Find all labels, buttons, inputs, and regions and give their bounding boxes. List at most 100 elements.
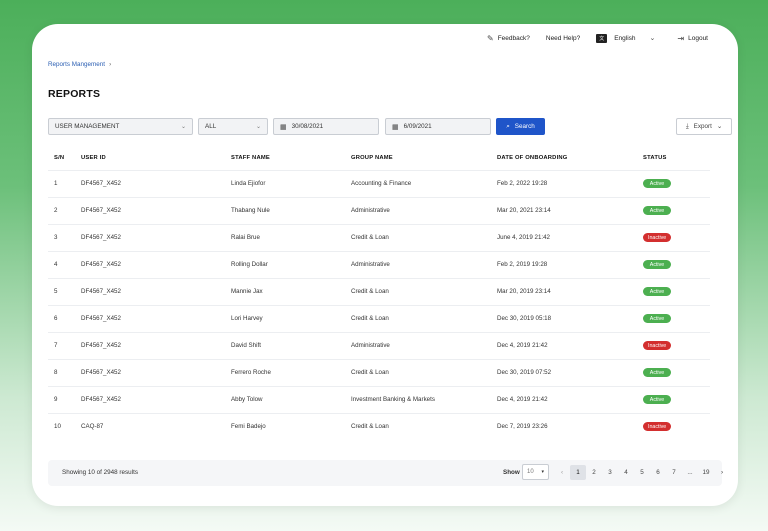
cell-staff-name: Linda Ejiofor bbox=[225, 169, 345, 197]
column-header-date[interactable]: DATE OF ONBOARDING bbox=[491, 146, 637, 170]
cell-user-id: DF4567_X452 bbox=[75, 277, 225, 305]
page-number-button[interactable]: 3 bbox=[602, 465, 618, 480]
category-select[interactable]: USER MANAGEMENT ⌄ bbox=[48, 118, 193, 135]
table-header-row: S/N USER ID STAFF NAME GROUP NAME DATE O… bbox=[48, 146, 710, 170]
table-row[interactable]: 3 DF4567_X452 Ralai Brue Credit & Loan June … bbox=[48, 223, 710, 251]
status-select[interactable]: ALL ⌄ bbox=[198, 118, 268, 135]
logout-button[interactable]: ⇥ Logout bbox=[677, 34, 708, 43]
page-number-button[interactable]: 19 bbox=[698, 465, 714, 480]
search-button[interactable]: ⌕ Search bbox=[496, 118, 545, 135]
cell-staff-name: Lori Harvey bbox=[225, 304, 345, 332]
column-header-group-name[interactable]: GROUP NAME bbox=[345, 146, 491, 170]
show-label: Show bbox=[503, 469, 520, 476]
next-page-icon[interactable]: › bbox=[714, 465, 730, 480]
table-row[interactable]: 5 DF4567_X452 Mannie Jax Credit & Loan Mar 2… bbox=[48, 277, 710, 305]
cell-status: Active bbox=[637, 358, 710, 386]
breadcrumb-item[interactable]: Reports Mangement bbox=[48, 61, 105, 68]
page-size-value: 10 bbox=[527, 469, 534, 475]
table-row[interactable]: 4 DF4567_X452 Rolling Dollar Administrative… bbox=[48, 250, 710, 278]
page-size-select[interactable]: 10 ▾ bbox=[522, 464, 549, 480]
cell-staff-name: Rolling Dollar bbox=[225, 250, 345, 278]
cell-sn: 7 bbox=[48, 331, 75, 359]
page-number-button[interactable]: 1 bbox=[570, 465, 586, 480]
cell-user-id: DF4567_X452 bbox=[75, 250, 225, 278]
cell-user-id: DF4567_X452 bbox=[75, 169, 225, 197]
chevron-down-icon: ⌄ bbox=[716, 123, 723, 130]
cell-date: June 4, 2019 21:42 bbox=[491, 223, 637, 251]
column-header-staff-name[interactable]: STAFF NAME bbox=[225, 146, 345, 170]
help-label: Need Help? bbox=[545, 34, 581, 42]
app-window: ✎ Feedback? Need Help? 文 English ⌄ ⇥ Log… bbox=[32, 24, 738, 506]
cell-staff-name: Ferrero Roche bbox=[225, 358, 345, 386]
language-label: English bbox=[614, 34, 636, 42]
prev-page-icon[interactable]: ‹ bbox=[554, 465, 570, 480]
status-badge: Active bbox=[643, 368, 671, 377]
page-number-button[interactable]: 5 bbox=[634, 465, 650, 480]
calendar-icon: ▦ bbox=[280, 123, 287, 131]
cell-status: Active bbox=[637, 385, 710, 413]
language-flag-icon: 文 bbox=[596, 33, 608, 43]
page-number-button[interactable]: 6 bbox=[650, 465, 666, 480]
table-row[interactable]: 10 CAQ-87 Femi Badejo Credit & Loan Dec 7, 2… bbox=[48, 412, 710, 440]
status-badge: Active bbox=[643, 314, 671, 323]
status-badge: Active bbox=[643, 287, 671, 296]
cell-group-name: Credit & Loan bbox=[345, 223, 491, 251]
cell-sn: 2 bbox=[48, 196, 75, 224]
date-to-field[interactable]: ▦ 6/09/2021 bbox=[385, 118, 491, 135]
table-row[interactable]: 9 DF4567_X452 Abby Tolow Investment Banking… bbox=[48, 385, 710, 413]
date-from-value: 30/08/2021 bbox=[291, 123, 324, 130]
column-header-status[interactable]: STATUS bbox=[637, 146, 710, 170]
status-badge: Active bbox=[643, 206, 671, 215]
cell-sn: 10 bbox=[48, 412, 75, 440]
page-title: REPORTS bbox=[48, 88, 101, 100]
cell-date: Feb 2, 2019 19:28 bbox=[491, 250, 637, 278]
cell-status: Inactive bbox=[637, 412, 710, 440]
chevron-down-icon: ⌄ bbox=[255, 124, 261, 130]
cell-sn: 1 bbox=[48, 169, 75, 197]
chevron-down-icon: ⌄ bbox=[649, 35, 656, 42]
export-label: Export bbox=[693, 123, 712, 130]
status-badge: Active bbox=[643, 179, 671, 188]
top-bar: ✎ Feedback? Need Help? 文 English ⌄ ⇥ Log… bbox=[32, 24, 738, 52]
calendar-icon: ▦ bbox=[392, 123, 399, 131]
page-number-button[interactable]: 2 bbox=[586, 465, 602, 480]
table-row[interactable]: 6 DF4567_X452 Lori Harvey Credit & Loan Dec … bbox=[48, 304, 710, 332]
cell-date: Dec 7, 2019 23:26 bbox=[491, 412, 637, 440]
cell-group-name: Credit & Loan bbox=[345, 277, 491, 305]
cell-user-id: DF4567_X452 bbox=[75, 358, 225, 386]
cell-group-name: Credit & Loan bbox=[345, 358, 491, 386]
page-number-button[interactable]: 4 bbox=[618, 465, 634, 480]
cell-user-id: DF4567_X452 bbox=[75, 196, 225, 224]
cell-group-name: Credit & Loan bbox=[345, 412, 491, 440]
table-row[interactable]: 8 DF4567_X452 Ferrero Roche Credit & Loan De… bbox=[48, 358, 710, 386]
cell-user-id: DF4567_X452 bbox=[75, 385, 225, 413]
date-to-value: 6/09/2021 bbox=[403, 123, 432, 130]
cell-staff-name: Abby Tolow bbox=[225, 385, 345, 413]
cell-status: Active bbox=[637, 169, 710, 197]
table-row[interactable]: 1 DF4567_X452 Linda Ejiofor Accounting & Fi… bbox=[48, 169, 710, 197]
cell-staff-name: Ralai Brue bbox=[225, 223, 345, 251]
cell-date: Feb 2, 2022 19:28 bbox=[491, 169, 637, 197]
date-from-field[interactable]: ▦ 30/08/2021 bbox=[273, 118, 379, 135]
cell-status: Inactive bbox=[637, 223, 710, 251]
chevron-down-icon: ▾ bbox=[541, 469, 544, 475]
language-selector[interactable]: 文 English ⌄ bbox=[596, 33, 656, 43]
export-button[interactable]: ⤓ Export ⌄ bbox=[676, 118, 732, 135]
cell-group-name: Credit & Loan bbox=[345, 304, 491, 332]
cell-staff-name: Mannie Jax bbox=[225, 277, 345, 305]
breadcrumb: Reports Mangement › bbox=[48, 61, 111, 68]
cell-user-id: DF4567_X452 bbox=[75, 331, 225, 359]
feedback-link[interactable]: ✎ Feedback? bbox=[487, 34, 530, 43]
help-link[interactable]: Need Help? bbox=[546, 35, 580, 42]
table-row[interactable]: 2 DF4567_X452 Thabang Nule Administrative Ma… bbox=[48, 196, 710, 224]
column-header-sn[interactable]: S/N bbox=[48, 146, 75, 170]
chevron-right-icon: › bbox=[109, 61, 112, 68]
page-number-button[interactable]: 7 bbox=[666, 465, 682, 480]
chevron-down-icon: ⌄ bbox=[180, 124, 186, 130]
column-header-user-id[interactable]: USER ID bbox=[75, 146, 225, 170]
cell-status: Active bbox=[637, 277, 710, 305]
cell-sn: 8 bbox=[48, 358, 75, 386]
table-row[interactable]: 7 DF4567_X452 David Shift Administrative Dec… bbox=[48, 331, 710, 359]
pagination-footer: Showing 10 of 2948 results Show 10 ▾ ‹ 1… bbox=[48, 460, 723, 486]
cell-user-id: DF4567_X452 bbox=[75, 223, 225, 251]
